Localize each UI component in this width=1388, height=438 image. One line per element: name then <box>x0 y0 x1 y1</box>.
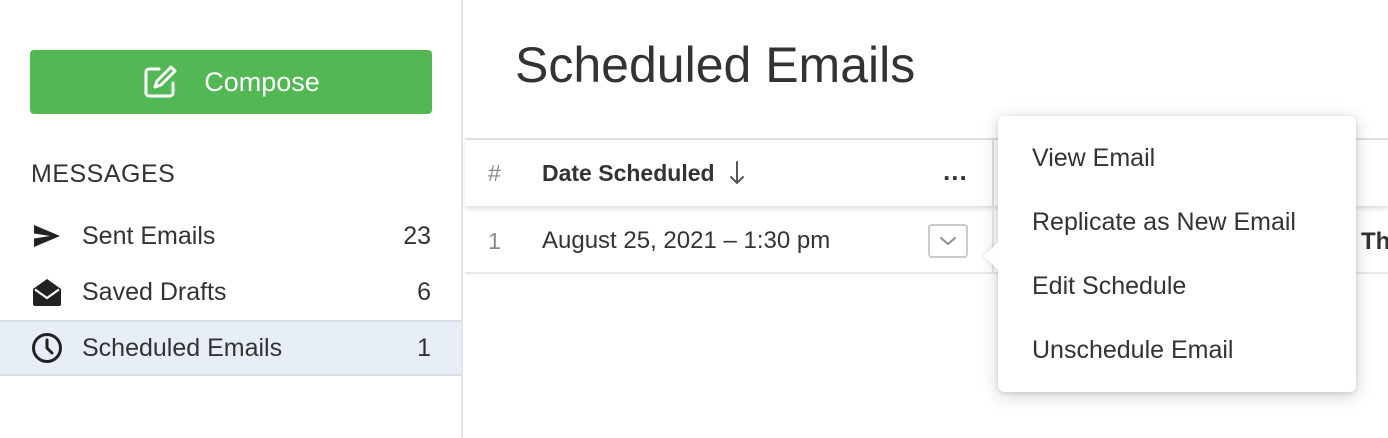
menu-pointer <box>984 242 998 270</box>
app-window: Compose MESSAGES Sent Emails 23 Saved Dr… <box>0 0 1388 438</box>
messages-section-title: MESSAGES <box>31 160 176 188</box>
envelope-open-icon <box>30 275 64 309</box>
menu-item-edit-schedule[interactable]: Edit Schedule <box>998 254 1356 318</box>
menu-item-view-email[interactable]: View Email <box>998 126 1356 190</box>
sort-down-arrow-icon[interactable] <box>727 159 747 187</box>
sidebar-item-count: 23 <box>403 221 431 250</box>
compose-label: Compose <box>204 66 320 97</box>
column-header-date-scheduled[interactable]: Date Scheduled <box>542 159 747 187</box>
sidebar-item-count: 6 <box>417 277 431 306</box>
row-number: 1 <box>488 228 501 254</box>
clock-icon <box>30 331 64 365</box>
row-subject-truncated: Th <box>1361 228 1388 255</box>
column-divider <box>992 140 994 206</box>
send-icon <box>30 219 64 253</box>
column-header-label: Date Scheduled <box>542 159 715 186</box>
edit-icon <box>142 64 178 100</box>
menu-item-unschedule-email[interactable]: Unschedule Email <box>998 318 1356 382</box>
sidebar-item-label: Saved Drafts <box>82 277 227 306</box>
row-actions-dropdown[interactable] <box>928 224 968 258</box>
sidebar-item-label: Scheduled Emails <box>82 333 283 362</box>
menu-item-replicate-as-new-email[interactable]: Replicate as New Email <box>998 190 1356 254</box>
sidebar: Compose MESSAGES Sent Emails 23 Saved Dr… <box>0 0 463 438</box>
row-date-scheduled: August 25, 2021 – 1:30 pm <box>542 227 831 254</box>
column-options-button[interactable]: ... <box>943 156 968 187</box>
row-actions-menu: View Email Replicate as New Email Edit S… <box>984 116 1356 392</box>
page-title: Scheduled Emails <box>515 37 916 93</box>
sidebar-item-sent-emails[interactable]: Sent Emails 23 <box>0 208 461 264</box>
sidebar-item-count: 1 <box>417 333 431 362</box>
compose-button[interactable]: Compose <box>30 50 432 114</box>
sidebar-item-label: Sent Emails <box>82 221 216 250</box>
sidebar-item-saved-drafts[interactable]: Saved Drafts 6 <box>0 264 461 320</box>
chevron-down-icon <box>940 237 956 245</box>
sidebar-item-scheduled-emails[interactable]: Scheduled Emails 1 <box>0 320 461 376</box>
column-header-number: # <box>488 160 501 186</box>
